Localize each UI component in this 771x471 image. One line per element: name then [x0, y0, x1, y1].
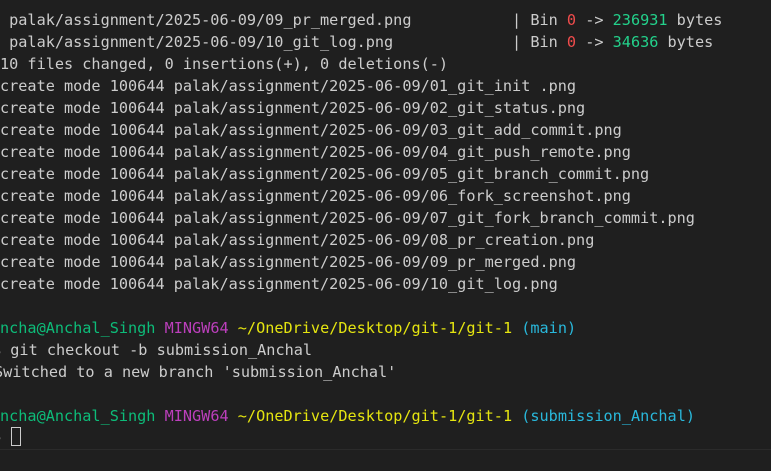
prompt-path: ~/OneDrive/Desktop/git-1/git-1 [237, 319, 513, 337]
stat-path: palak/assignment/2025-06-09/09_pr_merged… [0, 11, 412, 29]
stat-new-size: 236931 [612, 11, 668, 29]
prompt-branch: (submission_Anchal) [521, 407, 695, 425]
shell-prompt: ncha@Anchal_Singh MINGW64 ~/OneDrive/Des… [0, 317, 771, 339]
stat-old-size: 0 [566, 33, 577, 51]
stat-arrow: -> [576, 33, 613, 51]
create-mode-line: create mode 100644 palak/assignment/2025… [0, 165, 650, 183]
prompt-shell: MINGW64 [164, 319, 229, 337]
create-mode-line: create mode 100644 palak/assignment/2025… [0, 187, 631, 205]
command-output: Switched to a new branch 'submission_Anc… [0, 363, 397, 381]
create-mode-line: create mode 100644 palak/assignment/2025… [0, 99, 586, 117]
create-mode-line: create mode 100644 palak/assignment/2025… [0, 231, 595, 249]
input-line[interactable]: $ [0, 425, 763, 447]
stat-old-size: 0 [566, 11, 577, 29]
prompt-path: ~/OneDrive/Desktop/git-1/git-1 [237, 407, 513, 425]
command-line: $ git checkout -b submission_Anchal [0, 341, 313, 359]
text-cursor[interactable] [11, 427, 22, 446]
create-mode-line: create mode 100644 palak/assignment/2025… [0, 121, 622, 139]
create-mode-line: create mode 100644 palak/assignment/2025… [0, 143, 631, 161]
create-mode-line: create mode 100644 palak/assignment/2025… [0, 275, 558, 293]
stat-separator: | Bin [393, 33, 567, 51]
commit-summary: 10 files changed, 0 insertions(+), 0 del… [0, 55, 449, 73]
stat-line: palak/assignment/2025-06-09/10_git_log.p… [0, 31, 771, 53]
stat-unit: bytes [667, 11, 723, 29]
prompt-shell: MINGW64 [164, 407, 229, 425]
panel-divider [0, 449, 771, 450]
stat-new-size: 34636 [612, 33, 659, 51]
stat-path: palak/assignment/2025-06-09/10_git_log.p… [0, 33, 394, 51]
prompt-branch: (main) [521, 319, 577, 337]
create-mode-line: create mode 100644 palak/assignment/2025… [0, 77, 577, 95]
stat-arrow: -> [576, 11, 613, 29]
prompt-user: ncha@Anchal_Singh [0, 407, 156, 425]
stat-unit: bytes [658, 33, 714, 51]
prompt-user: ncha@Anchal_Singh [0, 319, 156, 337]
input-prompt-symbol: $ [0, 427, 10, 445]
terminal-output[interactable]: palak/assignment/2025-06-09/09_pr_merged… [0, 0, 771, 471]
shell-prompt: ncha@Anchal_Singh MINGW64 ~/OneDrive/Des… [0, 405, 771, 427]
create-mode-line: create mode 100644 palak/assignment/2025… [0, 209, 695, 227]
stat-separator: | Bin [411, 11, 567, 29]
stat-line: palak/assignment/2025-06-09/09_pr_merged… [0, 9, 771, 31]
create-mode-line: create mode 100644 palak/assignment/2025… [0, 253, 577, 271]
